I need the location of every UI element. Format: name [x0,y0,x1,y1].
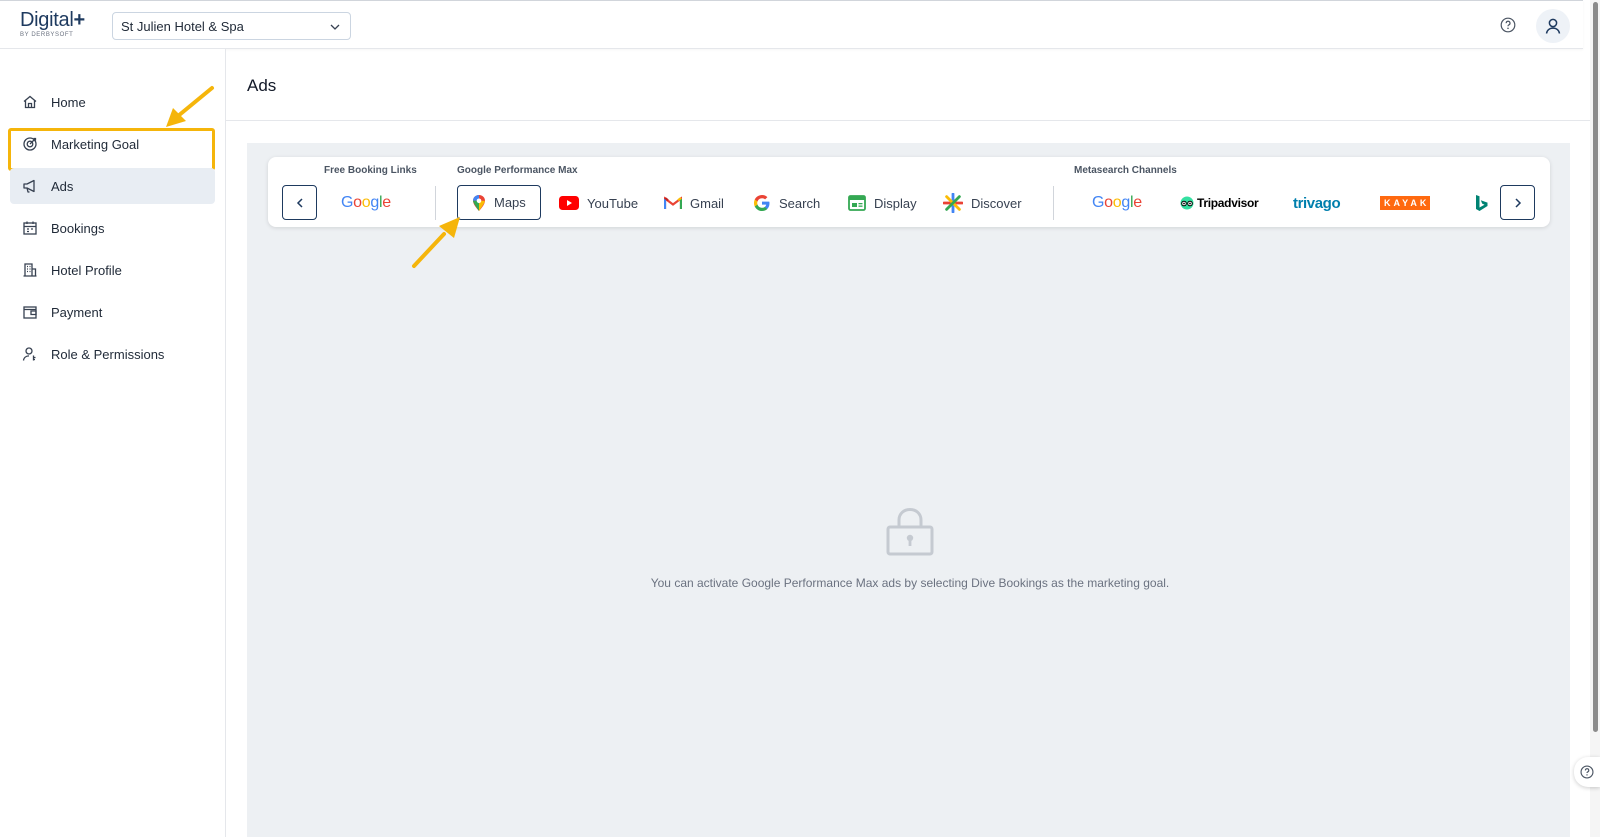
hotel-selector[interactable]: St Julien Hotel & Spa [112,12,351,40]
megaphone-icon [22,178,38,194]
tripadvisor-logo-text: Tripadvisor [1197,196,1259,210]
tripadvisor-owl-icon [1179,196,1195,210]
trivago-logo: trivago [1293,194,1341,212]
youtube-icon [559,196,579,210]
bing-icon [1475,194,1489,212]
sidebar-item-label: Payment [51,304,103,320]
page-title: Ads [247,76,277,95]
calendar-icon [22,220,38,236]
logo-text: Digital [20,9,74,31]
user-icon [1545,18,1561,34]
channel-discover-label: Discover [971,195,1022,211]
sidebar-item-bookings[interactable]: Bookings [10,210,215,246]
user-avatar[interactable] [1536,9,1570,43]
channel-search[interactable]: Search [753,186,820,220]
digital-plus-logo[interactable]: Digital+ BY DERBYSOFT [20,9,85,38]
maps-pin-icon [472,194,486,212]
channel-display[interactable]: Display [848,186,917,220]
empty-state-message: You can activate Google Performance Max … [650,576,1170,590]
hotel-selector-value: St Julien Hotel & Spa [121,19,244,34]
channel-gmail-label: Gmail [690,195,724,211]
google-logo: Google [1092,194,1142,211]
building-icon [22,262,38,278]
google-logo: Google [341,194,391,211]
sidebar-item-ads[interactable]: Ads [10,168,215,204]
metasearch-bing[interactable] [1475,186,1497,220]
channel-discover[interactable]: Discover [943,186,1022,220]
discover-icon [943,193,963,213]
sidebar-item-role-permissions[interactable]: Role & Permissions [10,336,215,372]
chevron-right-icon [1514,197,1521,208]
channel-maps-label: Maps [494,195,526,210]
channel-gmail[interactable]: Gmail [664,186,724,220]
sidebar-item-label: Bookings [51,220,105,236]
chevron-left-icon [296,197,303,208]
scroll-left-button[interactable] [282,185,317,220]
group-label-free-booking-links: Free Booking Links [324,165,417,176]
lock-icon [885,507,935,561]
channel-display-label: Display [874,195,917,211]
channel-search-label: Search [779,195,821,211]
sidebar-item-label: Hotel Profile [51,262,122,278]
metasearch-kayak[interactable]: KAYAK [1380,186,1431,220]
google-g-icon [753,194,771,212]
title-divider [226,120,1590,121]
metasearch-tripadvisor[interactable]: Tripadvisor [1179,186,1259,220]
user-key-icon [22,346,38,362]
group-label-metasearch-channels: Metasearch Channels [1074,165,1177,176]
channel-youtube-label: YouTube [587,195,639,211]
home-icon [22,94,38,110]
sidebar-item-hotel-profile[interactable]: Hotel Profile [10,252,215,288]
annotation-arrow-marketing-goal [166,86,214,127]
sidebar-item-label: Home [51,94,86,110]
annotation-arrow-maps [412,217,460,268]
sidebar-item-payment[interactable]: Payment [10,294,215,330]
wallet-icon [22,304,38,320]
scroll-right-button[interactable] [1500,185,1535,220]
free-booking-google[interactable]: Google [341,186,391,220]
sidebar-item-label: Ads [51,178,74,194]
group-label-google-performance-max: Google Performance Max [457,165,578,176]
kayak-logo: KAYAK [1380,196,1431,210]
display-icon [848,195,866,211]
top-header: Digital+ BY DERBYSOFT St Julien Hotel & … [0,0,1583,49]
channel-maps[interactable]: Maps [457,185,541,220]
chevron-down-icon [329,21,341,36]
help-icon [1580,765,1594,779]
metasearch-google[interactable]: Google [1092,186,1142,220]
logo-plus: + [73,9,85,31]
metasearch-trivago[interactable]: trivago [1293,186,1341,220]
help-icon[interactable] [1500,17,1516,38]
sidebar-item-label: Role & Permissions [51,346,165,362]
page-scrollbar-thumb[interactable] [1593,2,1598,732]
logo-subtitle: BY DERBYSOFT [20,32,74,38]
gmail-icon [664,196,682,210]
marketing-goal-highlight [8,128,215,171]
channel-youtube[interactable]: YouTube [559,186,638,220]
group-divider [1053,186,1054,220]
floating-help-button[interactable] [1574,757,1600,787]
